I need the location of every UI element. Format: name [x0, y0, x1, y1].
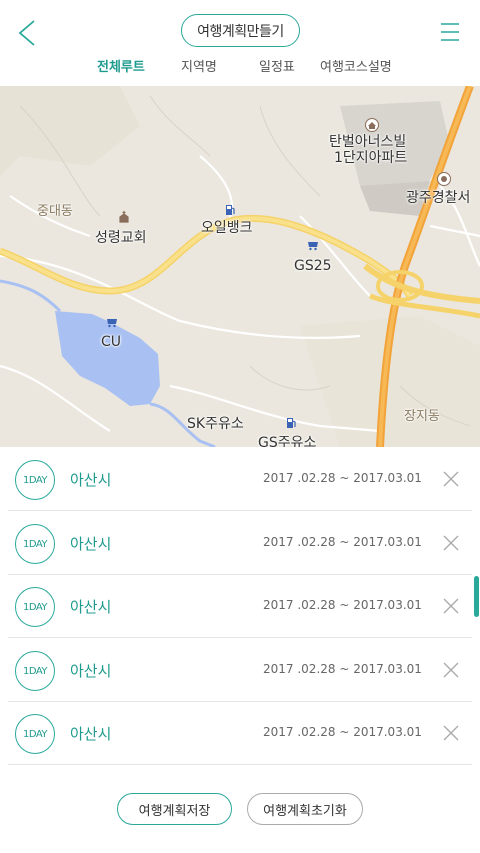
list-item[interactable]: 1DAY 아산시 2017 .02.28 ~ 2017.03.01 — [8, 702, 472, 765]
scrollbar-thumb[interactable] — [474, 576, 479, 617]
tab-schedule[interactable]: 일정표 — [259, 56, 295, 75]
map-label-cu: CU — [101, 334, 122, 350]
page-title[interactable]: 여행계획만들기 — [181, 14, 300, 47]
map-label-church: 성령교회 — [95, 230, 147, 246]
convenience-store-icon — [308, 242, 318, 251]
map-label-gs-gas-station: GS주유소 — [258, 435, 317, 447]
menu-button[interactable] — [436, 18, 466, 46]
day-badge: 1DAY — [15, 524, 55, 564]
city-name: 아산시 — [70, 535, 112, 553]
app-header: 여행계획만들기 전체루트 지역명 일정표 여행코스설명 — [0, 0, 480, 86]
map-label-apartment: 탄벌아너스빌 — [329, 134, 407, 150]
list-item[interactable]: 1DAY 아산시 2017 .02.28 ~ 2017.03.01 — [8, 639, 472, 702]
tab-all-route[interactable]: 전체루트 — [97, 56, 145, 75]
map-label-gs25: GS25 — [294, 258, 332, 274]
date-range: 2017 .02.28 ~ 2017.03.01 — [263, 598, 422, 612]
map-label-sk-gas-station: SK주유소 — [187, 416, 244, 432]
map-label-area-jungdae: 중대동 — [37, 204, 73, 219]
save-plan-button[interactable]: 여행계획저장 — [117, 793, 232, 825]
city-name: 아산시 — [70, 598, 112, 616]
hamburger-menu-icon — [441, 23, 459, 41]
day-badge: 1DAY — [15, 587, 55, 627]
map-label-area-jangji: 장지동 — [404, 409, 440, 424]
route-map[interactable]: 탄벌아너스빌 1단지아파트 광주경찰서 중대동 성령교회 오일뱅크 GS25 C… — [0, 86, 480, 447]
list-item[interactable]: 1DAY 아산시 2017 .02.28 ~ 2017.03.01 — [8, 512, 472, 575]
tab-course-description[interactable]: 여행코스설명 — [320, 56, 392, 75]
city-name: 아산시 — [70, 725, 112, 743]
close-icon[interactable] — [442, 597, 460, 615]
police-icon — [437, 172, 451, 186]
back-button[interactable] — [14, 18, 42, 48]
date-range: 2017 .02.28 ~ 2017.03.01 — [263, 535, 422, 549]
date-range: 2017 .02.28 ~ 2017.03.01 — [263, 725, 422, 739]
date-range: 2017 .02.28 ~ 2017.03.01 — [263, 662, 422, 676]
close-icon[interactable] — [442, 724, 460, 742]
date-range: 2017 .02.28 ~ 2017.03.01 — [263, 471, 422, 485]
day-badge: 1DAY — [15, 651, 55, 691]
gas-station-icon — [226, 205, 235, 215]
city-name: 아산시 — [70, 662, 112, 680]
reset-plan-button[interactable]: 여행계획초기화 — [247, 793, 363, 825]
day-badge: 1DAY — [15, 460, 55, 500]
close-icon[interactable] — [442, 470, 460, 488]
map-label-oilbank: 오일뱅크 — [201, 220, 253, 236]
map-background — [0, 86, 480, 447]
city-name: 아산시 — [70, 471, 112, 489]
tab-region-name[interactable]: 지역명 — [181, 56, 217, 75]
map-label-apartment-complex: 1단지아파트 — [334, 150, 408, 166]
close-icon[interactable] — [442, 534, 460, 552]
list-item[interactable]: 1DAY 아산시 2017 .02.28 ~ 2017.03.01 — [8, 448, 472, 511]
chevron-left-icon — [18, 20, 35, 46]
gas-station-icon — [287, 418, 296, 428]
tab-bar: 전체루트 지역명 일정표 여행코스설명 — [0, 56, 480, 82]
list-item[interactable]: 1DAY 아산시 2017 .02.28 ~ 2017.03.01 — [8, 575, 472, 638]
church-icon — [119, 211, 129, 223]
map-label-police-station: 광주경찰서 — [406, 190, 471, 206]
apartment-icon — [365, 118, 379, 132]
plan-list: 1DAY 아산시 2017 .02.28 ~ 2017.03.01 1DAY 아… — [0, 448, 480, 768]
close-icon[interactable] — [442, 661, 460, 679]
day-badge: 1DAY — [15, 714, 55, 754]
convenience-store-icon — [107, 319, 117, 328]
